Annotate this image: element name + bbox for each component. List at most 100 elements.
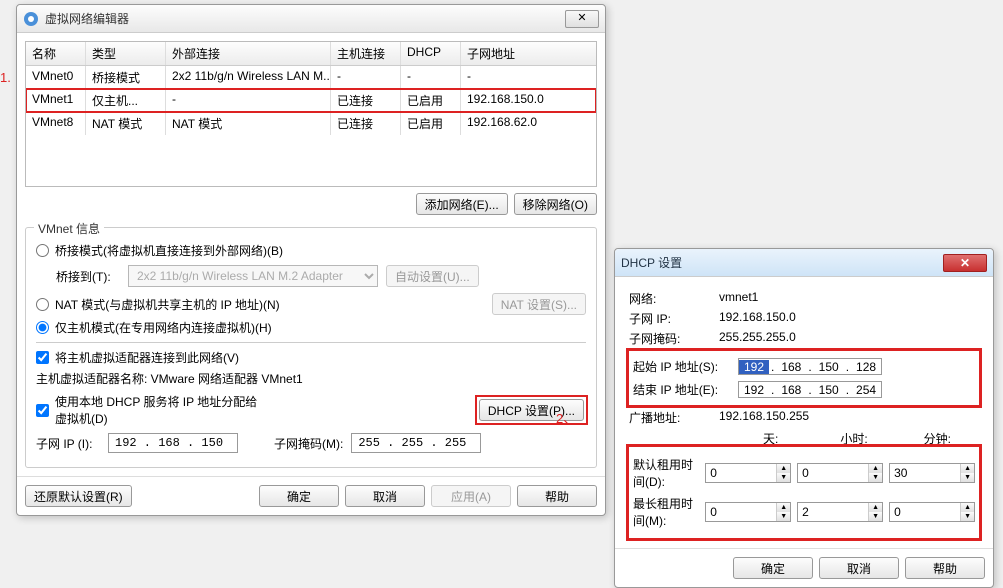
- subnet-ip-label: 子网 IP (I):: [36, 435, 100, 452]
- subnet-ip-input[interactable]: [108, 433, 238, 453]
- col-type[interactable]: 类型: [86, 42, 166, 65]
- ok-button[interactable]: 确定: [259, 485, 339, 507]
- start-ip-o1[interactable]: [739, 360, 769, 374]
- annotation-1: 1.: [0, 70, 11, 85]
- down-arrow-icon[interactable]: ▼: [961, 512, 974, 521]
- close-button[interactable]: ✕: [943, 254, 987, 272]
- subnet-row: 子网 IP (I): 子网掩码(M):: [36, 433, 586, 453]
- table-row[interactable]: VMnet1 仅主机... - 已连接 已启用 192.168.150.0: [26, 89, 596, 112]
- connect-host-row: 将主机虚拟适配器连接到此网络(V): [36, 349, 586, 366]
- table-row[interactable]: VMnet0 桥接模式 2x2 11b/g/n Wireless LAN M..…: [26, 66, 596, 89]
- up-arrow-icon[interactable]: ▲: [961, 503, 974, 512]
- end-ip-o2[interactable]: [776, 383, 806, 397]
- start-ip-input[interactable]: . . .: [738, 358, 882, 375]
- hostonly-radio[interactable]: [36, 321, 49, 334]
- default-lease-row: 默认租用时间(D): ▲▼ ▲▼ ▲▼: [633, 456, 975, 490]
- dhcp-settings-dialog: DHCP 设置 ✕ 网络: vmnet1 子网 IP: 192.168.150.…: [614, 248, 994, 588]
- mask-row: 子网掩码: 255.255.255.0: [629, 330, 979, 347]
- bridge-radio[interactable]: [36, 244, 49, 257]
- cancel-button[interactable]: 取消: [345, 485, 425, 507]
- nat-radio[interactable]: [36, 298, 49, 311]
- bridge-to-row: 桥接到(T): 2x2 11b/g/n Wireless LAN M.2 Ada…: [56, 265, 586, 287]
- network-actions: 添加网络(E)... 移除网络(O): [25, 187, 597, 221]
- col-host[interactable]: 主机连接: [331, 42, 401, 65]
- up-arrow-icon[interactable]: ▲: [777, 464, 790, 473]
- mask-input[interactable]: [351, 433, 481, 453]
- lease-highlight: 默认租用时间(D): ▲▼ ▲▼ ▲▼ 最长租用时间(M): ▲▼ ▲▼ ▲▼: [629, 447, 979, 538]
- vmnet-info-group: VMnet 信息 桥接模式(将虚拟机直接连接到外部网络)(B) 桥接到(T): …: [25, 227, 597, 468]
- divider: [36, 342, 586, 343]
- max-hours-spinner[interactable]: ▲▼: [797, 502, 883, 522]
- ip-range-highlight: 起始 IP 地址(S): . . . 结束 IP 地址(E): . . .: [629, 351, 979, 405]
- bridge-label: 桥接模式(将虚拟机直接连接到外部网络)(B): [55, 242, 586, 259]
- max-days-spinner[interactable]: ▲▼: [705, 502, 791, 522]
- mask-label: 子网掩码(M):: [274, 435, 343, 452]
- end-ip-o3[interactable]: [814, 383, 844, 397]
- connect-host-checkbox[interactable]: [36, 351, 49, 364]
- help-button[interactable]: 帮助: [517, 485, 597, 507]
- restore-defaults-button[interactable]: 还原默认设置(R): [25, 485, 132, 507]
- table-row[interactable]: VMnet8 NAT 模式 NAT 模式 已连接 已启用 192.168.62.…: [26, 112, 596, 135]
- dhcp-body: 网络: vmnet1 子网 IP: 192.168.150.0 子网掩码: 25…: [615, 277, 993, 548]
- start-ip-row: 起始 IP 地址(S): . . .: [633, 358, 975, 375]
- default-days-spinner[interactable]: ▲▼: [705, 463, 791, 483]
- network-row: 网络: vmnet1: [629, 290, 979, 307]
- down-arrow-icon[interactable]: ▼: [777, 473, 790, 482]
- footer: 还原默认设置(R) 确定 取消 应用(A) 帮助: [17, 476, 605, 515]
- bridge-to-label: 桥接到(T):: [56, 268, 120, 285]
- virtual-network-editor-window: 虚拟网络编辑器 ✕ 名称 类型 外部连接 主机连接 DHCP 子网地址 VMne…: [16, 4, 606, 516]
- time-header-row: 天: 小时: 分钟:: [629, 430, 979, 447]
- bridge-radio-row: 桥接模式(将虚拟机直接连接到外部网络)(B): [36, 242, 586, 259]
- close-button[interactable]: ✕: [565, 10, 599, 28]
- max-lease-row: 最长租用时间(M): ▲▼ ▲▼ ▲▼: [633, 495, 975, 529]
- window-body: 名称 类型 外部连接 主机连接 DHCP 子网地址 VMnet0 桥接模式 2x…: [17, 33, 605, 476]
- down-arrow-icon[interactable]: ▼: [869, 473, 882, 482]
- mins-header: 分钟:: [896, 430, 979, 447]
- cancel-button[interactable]: 取消: [819, 557, 899, 579]
- hostonly-label: 仅主机模式(在专用网络内连接虚拟机)(H): [55, 319, 586, 336]
- hours-header: 小时:: [812, 430, 895, 447]
- ok-button[interactable]: 确定: [733, 557, 813, 579]
- dhcp-title: DHCP 设置: [621, 254, 943, 271]
- auto-settings-button[interactable]: 自动设置(U)...: [386, 265, 479, 287]
- subnet-ip-row: 子网 IP: 192.168.150.0: [629, 310, 979, 327]
- days-header: 天:: [729, 430, 812, 447]
- down-arrow-icon[interactable]: ▼: [777, 512, 790, 521]
- up-arrow-icon[interactable]: ▲: [961, 464, 974, 473]
- nat-settings-button[interactable]: NAT 设置(S)...: [492, 293, 586, 315]
- col-ext[interactable]: 外部连接: [166, 42, 331, 65]
- col-subnet[interactable]: 子网地址: [461, 42, 596, 65]
- start-ip-o3[interactable]: [814, 360, 844, 374]
- default-hours-spinner[interactable]: ▲▼: [797, 463, 883, 483]
- adapter-name: 主机虚拟适配器名称: VMware 网络适配器 VMnet1: [36, 370, 586, 387]
- col-dhcp[interactable]: DHCP: [401, 42, 461, 65]
- end-ip-input[interactable]: . . .: [738, 381, 882, 398]
- end-ip-o1[interactable]: [739, 383, 769, 397]
- help-button[interactable]: 帮助: [905, 557, 985, 579]
- up-arrow-icon[interactable]: ▲: [777, 503, 790, 512]
- default-mins-spinner[interactable]: ▲▼: [889, 463, 975, 483]
- use-dhcp-label: 使用本地 DHCP 服务将 IP 地址分配给虚拟机(D): [55, 393, 260, 427]
- use-dhcp-checkbox[interactable]: [36, 404, 49, 417]
- col-name[interactable]: 名称: [26, 42, 86, 65]
- start-ip-o2[interactable]: [776, 360, 806, 374]
- connect-host-label: 将主机虚拟适配器连接到此网络(V): [55, 349, 586, 366]
- down-arrow-icon[interactable]: ▼: [961, 473, 974, 482]
- add-network-button[interactable]: 添加网络(E)...: [416, 193, 508, 215]
- up-arrow-icon[interactable]: ▲: [869, 464, 882, 473]
- apply-button[interactable]: 应用(A): [431, 485, 511, 507]
- up-arrow-icon[interactable]: ▲: [869, 503, 882, 512]
- nat-label: NAT 模式(与虚拟机共享主机的 IP 地址)(N): [55, 296, 486, 313]
- max-mins-spinner[interactable]: ▲▼: [889, 502, 975, 522]
- table-body: VMnet0 桥接模式 2x2 11b/g/n Wireless LAN M..…: [26, 66, 596, 186]
- window-title: 虚拟网络编辑器: [45, 10, 565, 27]
- dhcp-footer: 确定 取消 帮助: [615, 548, 993, 587]
- end-ip-row: 结束 IP 地址(E): . . .: [633, 381, 975, 398]
- down-arrow-icon[interactable]: ▼: [869, 512, 882, 521]
- start-ip-o4[interactable]: [851, 360, 881, 374]
- hostonly-radio-row: 仅主机模式(在专用网络内连接虚拟机)(H): [36, 319, 586, 336]
- titlebar: 虚拟网络编辑器 ✕: [17, 5, 605, 33]
- bridge-combo[interactable]: 2x2 11b/g/n Wireless LAN M.2 Adapter: [128, 265, 378, 287]
- remove-network-button[interactable]: 移除网络(O): [514, 193, 597, 215]
- end-ip-o4[interactable]: [851, 383, 881, 397]
